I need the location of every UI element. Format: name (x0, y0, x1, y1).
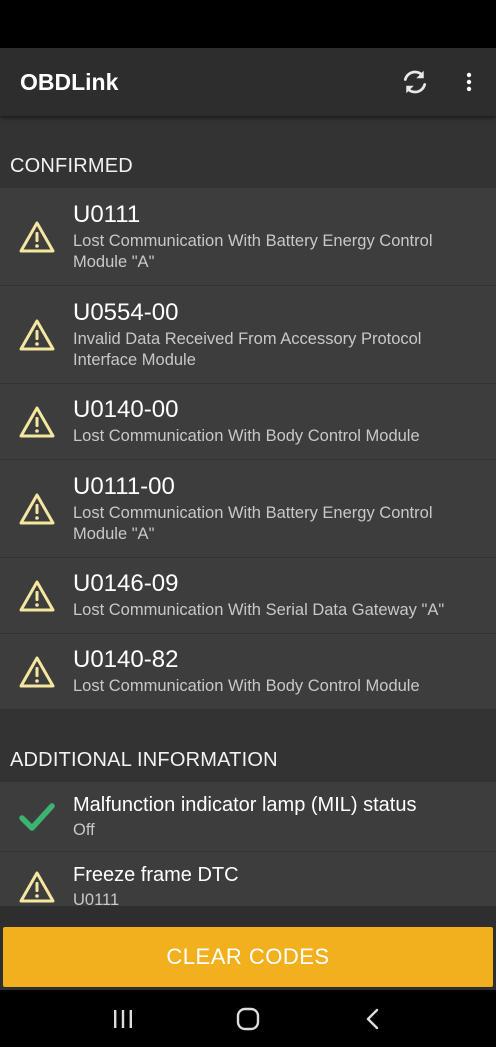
warning-icon (19, 871, 54, 902)
dtc-description: Lost Communication With Body Control Mod… (73, 427, 420, 445)
dtc-code: U0111 (73, 200, 141, 228)
info-row[interactable]: Malfunction indicator lamp (MIL) status … (0, 782, 496, 852)
system-nav-bar (0, 990, 496, 1047)
warning-icon (19, 580, 54, 611)
warning-icon (19, 406, 54, 437)
status-bar (0, 0, 496, 48)
section-header-confirmed: CONFIRMED (0, 116, 496, 188)
warning-icon (19, 493, 54, 524)
recents-icon (113, 1009, 132, 1028)
dtc-row[interactable]: U0140-00 Lost Communication With Body Co… (0, 384, 496, 460)
home-button[interactable] (218, 996, 278, 1042)
app-title: OBDLink (20, 68, 119, 95)
warning-icon (19, 656, 54, 687)
dtc-description: Invalid Data Received From Accessory Pro… (73, 329, 422, 369)
info-value: U0111 (73, 890, 120, 907)
refresh-button[interactable] (392, 59, 438, 105)
dtc-list[interactable]: CONFIRMED U0111 Lost Communication With … (0, 116, 496, 906)
info-title: Freeze frame DTC (73, 863, 239, 886)
dtc-description: Lost Communication With Battery Energy C… (73, 231, 433, 271)
warning-icon (19, 221, 54, 252)
dtc-description: Lost Communication With Battery Energy C… (73, 503, 433, 543)
back-button[interactable] (343, 996, 403, 1042)
back-icon (367, 1008, 379, 1029)
dtc-row[interactable]: U0111-00 Lost Communication With Battery… (0, 460, 496, 558)
dtc-row[interactable]: U0554-00 Invalid Data Received From Acce… (0, 286, 496, 384)
check-icon (18, 802, 55, 831)
dtc-code: U0140-82 (73, 646, 179, 673)
dtc-row[interactable]: U0146-09 Lost Communication With Serial … (0, 558, 496, 634)
dtc-row[interactable]: U0140-82 Lost Communication With Body Co… (0, 634, 496, 710)
dtc-code: U0146-09 (73, 570, 179, 597)
dtc-description: Lost Communication With Serial Data Gate… (73, 601, 445, 619)
refresh-icon (403, 70, 427, 94)
warning-icon (19, 319, 54, 350)
info-row[interactable]: Freeze frame DTC U0111 (0, 852, 496, 906)
section-header-additional: ADDITIONAL INFORMATION (0, 710, 496, 782)
dtc-description: Lost Communication With Body Control Mod… (73, 677, 420, 695)
dtc-code: U0140-00 (73, 396, 179, 423)
bottom-action-area: CLEAR CODES (0, 906, 496, 990)
dtc-row[interactable]: U0111 Lost Communication With Battery En… (0, 188, 496, 286)
more-vert-icon (466, 72, 472, 92)
overflow-menu-button[interactable] (446, 59, 492, 105)
dtc-code: U0554-00 (73, 298, 179, 326)
home-icon (236, 1007, 260, 1030)
app-bar: OBDLink (0, 48, 496, 116)
info-value: Off (73, 820, 95, 839)
recents-button[interactable] (93, 996, 153, 1042)
info-title: Malfunction indicator lamp (MIL) status (73, 793, 417, 816)
clear-codes-button[interactable]: CLEAR CODES (3, 927, 493, 987)
dtc-code: U0111-00 (73, 472, 175, 500)
